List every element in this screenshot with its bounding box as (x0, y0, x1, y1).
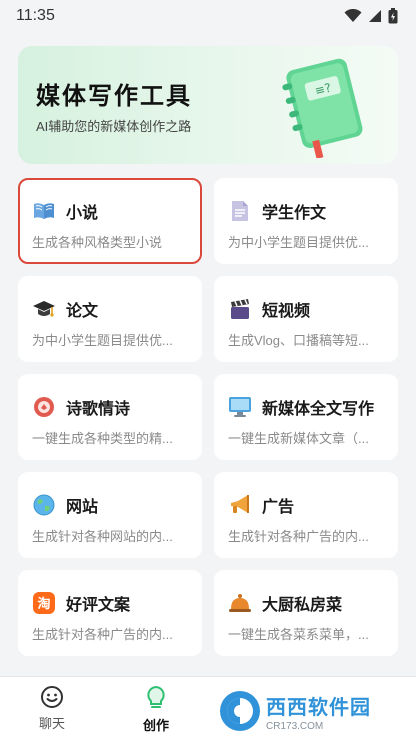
card-title: 短视频 (262, 303, 311, 320)
notebook-illustration-icon: ≡? (282, 58, 363, 158)
status-icons (344, 8, 398, 24)
card-title: 网站 (66, 499, 99, 516)
tab-label: 聊天 (38, 716, 65, 731)
card-description: 一键生成各种类型的精... (32, 431, 173, 446)
card-description: 为中小学生题目提供优... (32, 333, 173, 348)
tab-chat[interactable]: 聊天 (12, 685, 92, 732)
card-website[interactable]: 网站 生成针对各种网站的内... (18, 472, 202, 558)
book-icon (32, 199, 56, 223)
card-title: 好评文案 (66, 597, 131, 614)
card-chef-recipes[interactable]: 大厨私房菜 一键生成各菜系菜单，... (214, 570, 398, 656)
wifi-icon (344, 9, 362, 22)
clapperboard-icon (228, 297, 252, 321)
status-time: 11:35 (16, 7, 55, 24)
monitor-icon (228, 395, 252, 419)
card-student-essay[interactable]: 学生作文 为中小学生题目提供优... (214, 178, 398, 264)
card-title: 新媒体全文写作 (262, 401, 375, 418)
card-thesis[interactable]: 论文 为中小学生题目提供优... (18, 276, 202, 362)
card-novel[interactable]: 小说 生成各种风格类型小说 (18, 178, 202, 264)
megaphone-icon (228, 493, 252, 517)
watermark-url: CR173.COM (266, 720, 324, 732)
card-description: 为中小学生题目提供优... (228, 235, 369, 250)
card-short-video[interactable]: 短视频 生成Vlog、口播稿等短... (214, 276, 398, 362)
lightbulb-icon (147, 685, 165, 708)
battery-icon (388, 8, 398, 24)
banner-title: 媒体写作工具 (36, 83, 192, 110)
card-title: 学生作文 (262, 205, 327, 222)
card-new-media-writing[interactable]: 新媒体全文写作 一键生成新媒体文章（... (214, 374, 398, 460)
banner: 媒体写作工具 AI辅助您的新媒体创作之路 ≡? (18, 46, 398, 164)
watermark: 西西软件园 CR173.COM (218, 688, 408, 734)
card-description: 生成针对各种网站的内... (32, 529, 173, 544)
card-description: 生成针对各种广告的内... (32, 627, 173, 642)
card-title: 诗歌情诗 (66, 401, 131, 418)
document-icon (228, 199, 252, 223)
card-description: 一键生成新媒体文章（... (228, 431, 369, 446)
svg-text:淘: 淘 (37, 596, 50, 612)
card-description: 生成Vlog、口播稿等短... (228, 333, 369, 348)
card-description: 一键生成各菜系菜单，... (228, 627, 369, 642)
card-title: 广告 (262, 499, 295, 516)
watermark-brand: 西西软件园 (266, 696, 371, 719)
card-good-review-copy[interactable]: 淘 好评文案 生成针对各种广告的内... (18, 570, 202, 656)
watermark-logo-icon (220, 691, 260, 731)
poetry-icon (32, 395, 56, 419)
card-title: 论文 (66, 303, 99, 320)
card-title: 小说 (66, 205, 99, 222)
banner-subtitle: AI辅助您的新媒体创作之路 (36, 119, 192, 134)
card-description: 生成针对各种广告的内... (228, 529, 369, 544)
signal-icon (369, 10, 381, 22)
service-bell-icon (228, 591, 252, 615)
card-title: 大厨私房菜 (262, 597, 343, 614)
feature-grid: 小说 生成各种风格类型小说 学生作文 为中小学生题目提供优... 论文 为中小学… (18, 178, 398, 656)
card-description: 生成各种风格类型小说 (32, 235, 163, 250)
card-poetry[interactable]: 诗歌情诗 一键生成各种类型的精... (18, 374, 202, 460)
graduation-cap-icon (32, 297, 56, 321)
tab-create[interactable]: 创作 (116, 685, 196, 734)
status-bar: 11:35 (0, 0, 416, 32)
chat-smile-icon (41, 686, 63, 708)
taobao-icon: 淘 (32, 591, 56, 615)
tab-label: 创作 (142, 718, 169, 733)
card-advertisement[interactable]: 广告 生成针对各种广告的内... (214, 472, 398, 558)
globe-icon (32, 493, 56, 517)
